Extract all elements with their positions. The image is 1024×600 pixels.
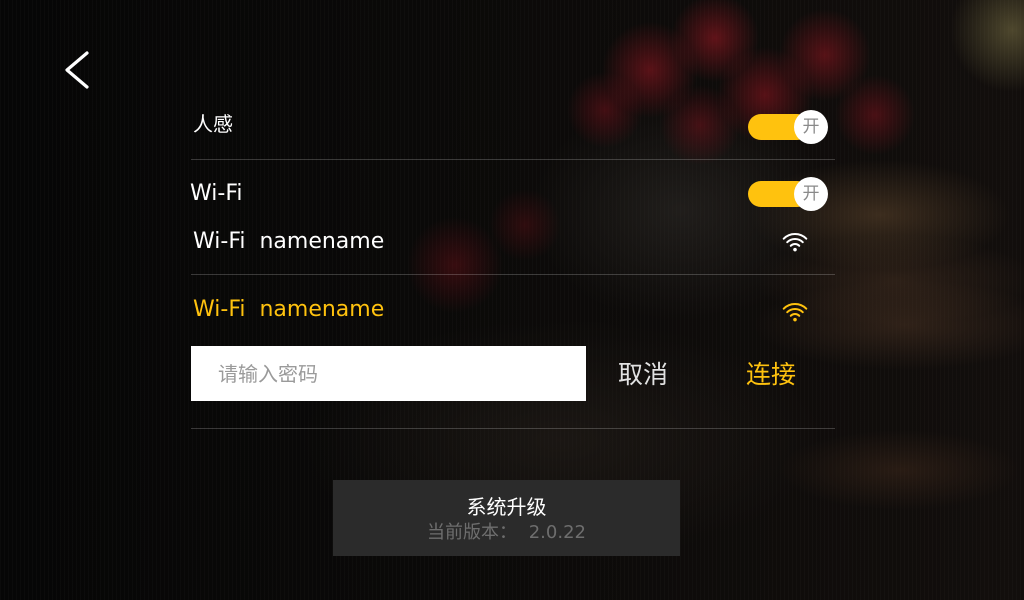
divider	[191, 159, 835, 160]
connect-button[interactable]: 连接	[746, 360, 796, 390]
cancel-button[interactable]: 取消	[618, 360, 668, 390]
wifi-network-item-selected[interactable]: Wi-Fi namename	[193, 297, 384, 323]
wifi-toggle[interactable]: 开	[748, 177, 828, 211]
back-button[interactable]	[58, 46, 98, 94]
toggle-knob: 开	[794, 110, 828, 144]
version-number: 2.0.22	[528, 522, 586, 543]
wifi-network-item[interactable]: Wi-Fi namename	[193, 229, 384, 255]
motion-sensor-toggle[interactable]: 开	[748, 110, 828, 144]
chevron-left-icon	[65, 51, 89, 89]
version-label: 当前版本：	[427, 522, 517, 543]
password-input[interactable]	[191, 346, 586, 401]
upgrade-title: 系统升级	[466, 495, 547, 519]
wifi-icon	[782, 303, 808, 322]
motion-sensor-label: 人感	[193, 112, 233, 136]
divider	[191, 428, 835, 429]
wifi-label: Wi-Fi	[190, 181, 243, 206]
version-info: 当前版本： 2.0.22	[333, 523, 680, 543]
wifi-icon	[782, 233, 808, 252]
toggle-knob: 开	[794, 177, 828, 211]
settings-screen: 人感 开 Wi-Fi 开 Wi-Fi namename Wi-Fi namena…	[0, 0, 1024, 600]
divider	[191, 274, 835, 275]
system-upgrade-button[interactable]: 系统升级 当前版本： 2.0.22	[333, 480, 680, 556]
